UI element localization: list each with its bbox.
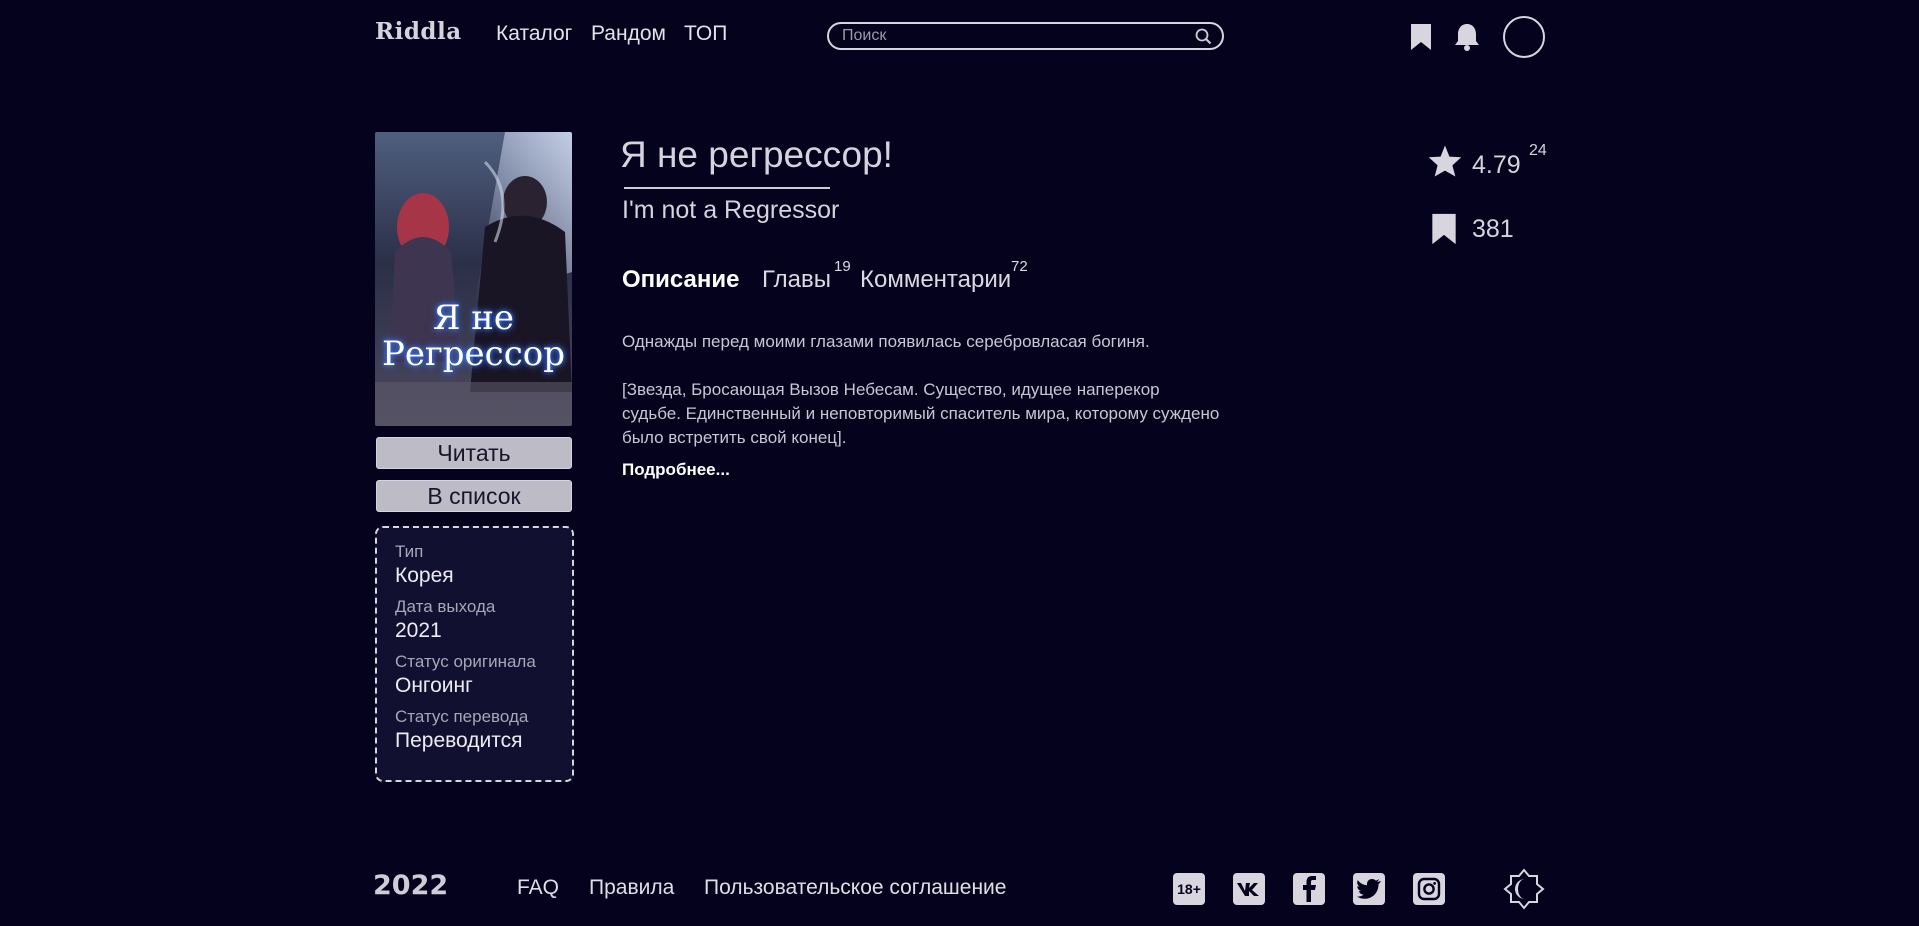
info-type-label: Тип <box>395 542 424 561</box>
comments-count: 72 <box>1011 258 1028 275</box>
title-divider <box>624 187 830 189</box>
read-button[interactable]: Читать <box>376 437 572 469</box>
info-original-status-value: Онгоинг <box>395 674 473 697</box>
info-release-label: Дата выхода <box>395 597 496 616</box>
nav-catalog[interactable]: Каталог <box>496 22 572 46</box>
site-logo[interactable]: Riddla <box>375 18 462 45</box>
tab-comments[interactable]: Комментарии <box>860 266 1011 294</box>
original-title: I'm not a Regressor <box>622 196 840 224</box>
page-title: Я не регрессор! <box>620 134 893 175</box>
bookmarks-count: 381 <box>1472 215 1514 243</box>
add-to-list-button[interactable]: В список <box>376 480 572 512</box>
cover-title-line2: Регрессор <box>381 334 565 374</box>
footer-year: 2022 <box>373 870 449 901</box>
facebook-icon[interactable] <box>1293 873 1325 905</box>
vk-icon[interactable] <box>1233 873 1265 905</box>
rating-votes: 24 <box>1529 142 1547 159</box>
bookmark-icon[interactable] <box>1406 20 1436 54</box>
info-translation-status-label: Статус перевода <box>395 707 529 726</box>
nav-random[interactable]: Рандом <box>591 22 666 46</box>
info-original-status-label: Статус оригинала <box>395 652 536 671</box>
rating-value: 4.79 <box>1472 151 1521 179</box>
search-input[interactable] <box>842 27 1195 45</box>
cover-title-line1: Я не <box>432 298 515 338</box>
search-bar <box>827 22 1224 50</box>
nav-top[interactable]: ТОП <box>684 22 727 46</box>
read-more-link[interactable]: Подробнее... <box>622 460 730 480</box>
bookmark-count-icon <box>1430 212 1458 251</box>
info-translation-status-value: Переводится <box>395 729 523 752</box>
age-rating-icon: 18+ <box>1173 873 1205 905</box>
star-icon <box>1427 144 1463 183</box>
cover-image: Я не Регрессор <box>375 132 572 426</box>
info-release-value: 2021 <box>395 619 442 642</box>
description-paragraph: Однажды перед моими глазами появилась се… <box>622 332 1150 351</box>
chapters-count: 19 <box>834 258 851 275</box>
footer-agreement-link[interactable]: Пользовательское соглашение <box>704 876 1006 900</box>
tab-description[interactable]: Описание <box>622 266 740 294</box>
theme-toggle-icon[interactable] <box>1503 868 1545 915</box>
footer-faq-link[interactable]: FAQ <box>517 876 559 900</box>
tab-chapters[interactable]: Главы <box>762 266 831 294</box>
search-icon[interactable] <box>1195 28 1212 45</box>
info-type-value: Корея <box>395 564 454 587</box>
avatar[interactable] <box>1503 16 1545 58</box>
bell-icon[interactable] <box>1452 20 1482 54</box>
instagram-icon[interactable] <box>1413 873 1445 905</box>
description-paragraph: [Звезда, Бросающая Вызов Небесам. Сущест… <box>622 380 1220 447</box>
footer-rules-link[interactable]: Правила <box>589 876 674 900</box>
description-text: Однажды перед моими глазами появилась се… <box>622 330 1222 450</box>
twitter-icon[interactable] <box>1353 873 1385 905</box>
info-panel: Тип Корея Дата выхода 2021 Статус оригин… <box>375 526 574 782</box>
